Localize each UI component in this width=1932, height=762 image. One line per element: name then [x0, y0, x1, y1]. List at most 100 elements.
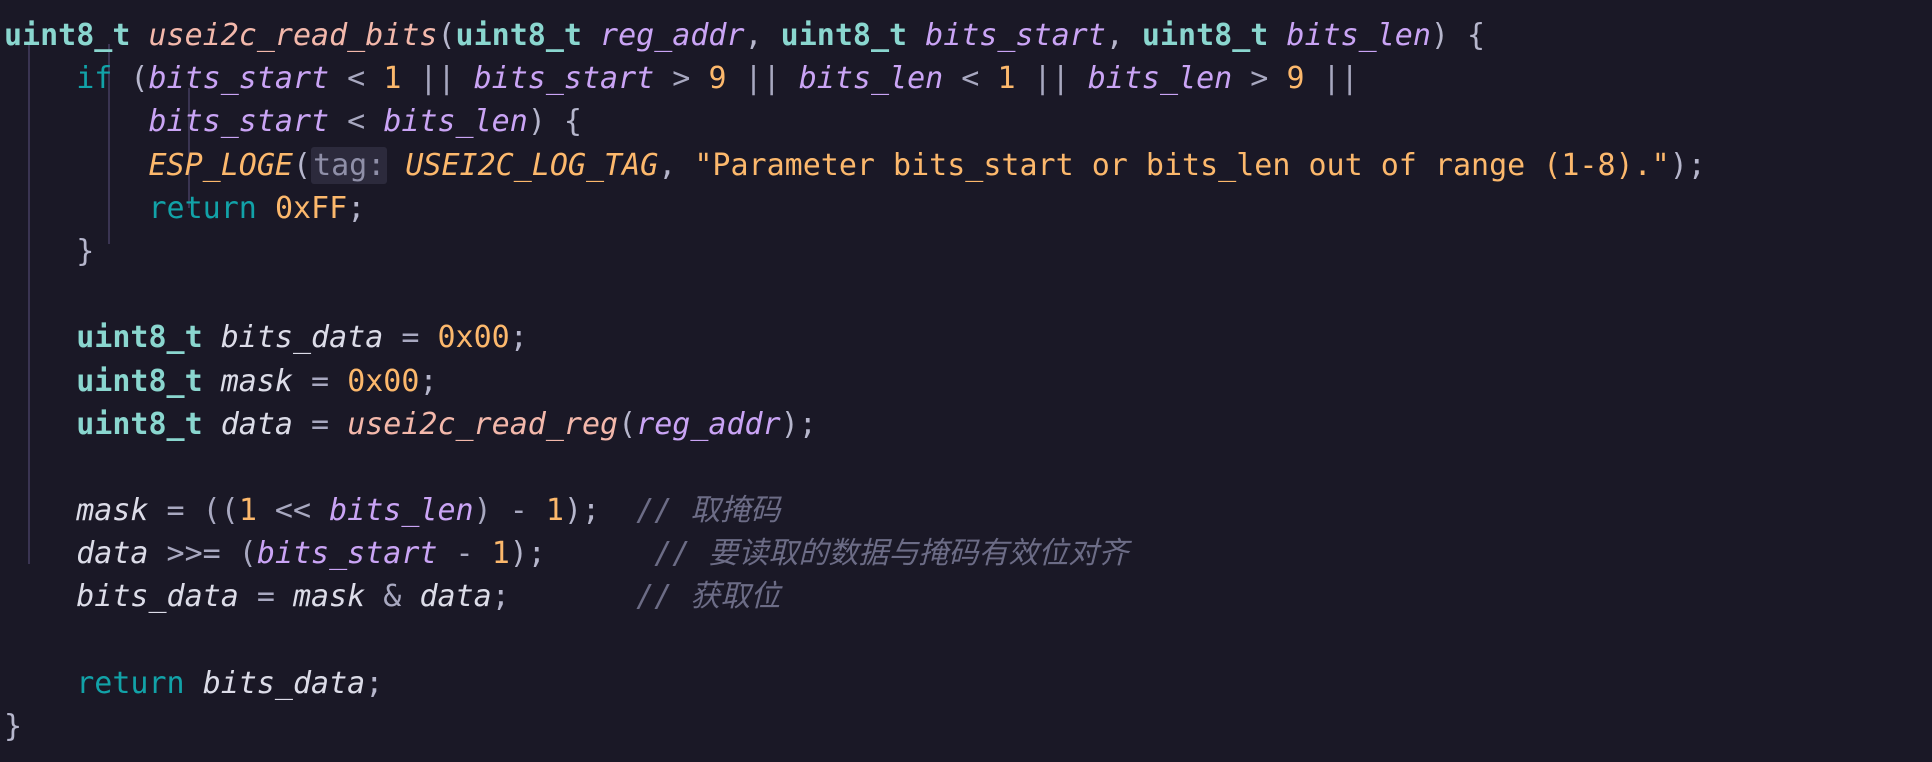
type-token: uint8_t: [76, 406, 203, 442]
parameter-token: bits_start: [148, 104, 330, 140]
comment-token: // 取掩码: [636, 493, 781, 529]
code-line[interactable]: }: [0, 705, 1932, 748]
number-literal-token: 9: [708, 61, 727, 97]
local-variable-token: data: [220, 406, 293, 442]
punctuation-token: ) {: [527, 104, 582, 140]
punctuation-token: ) {: [1430, 18, 1486, 53]
local-variable-token: bits_data: [220, 320, 384, 356]
type-token: uint8_t: [76, 320, 203, 356]
operator-token: &: [365, 579, 420, 615]
comment-token: // 要读取的数据与掩码有效位对齐: [654, 536, 1129, 572]
operator-token: ||: [726, 61, 799, 97]
punctuation-token: (: [112, 61, 149, 97]
keyword-token: return: [148, 190, 257, 226]
string-literal-token: "Parameter bits_start or bits_len out of…: [694, 147, 1670, 183]
code-line[interactable]: [0, 273, 1932, 316]
number-literal-token: 1: [997, 61, 1016, 97]
code-line[interactable]: [0, 619, 1932, 662]
number-literal-token: 1: [238, 493, 257, 529]
local-variable-token: mask: [293, 579, 366, 615]
punctuation-token: ,: [744, 18, 781, 53]
code-surface[interactable]: uint8_t usei2c_read_bits(uint8_t reg_add…: [0, 0, 1932, 762]
punctuation-token: ;: [491, 579, 510, 615]
code-line[interactable]: }: [0, 230, 1932, 273]
number-literal-token: 1: [491, 536, 510, 572]
punctuation-token: ;: [365, 665, 384, 701]
operator-token: ) -: [473, 493, 546, 529]
local-variable-token: bits_data: [76, 579, 239, 615]
parameter-token: reg_addr: [600, 18, 745, 53]
code-line[interactable]: ESP_LOGE(tag: USEI2C_LOG_TAG, "Parameter…: [0, 144, 1932, 187]
parameter-token: bits_start: [256, 536, 438, 572]
number-literal-token: 1: [383, 61, 402, 97]
type-token: uint8_t: [1141, 18, 1269, 53]
operator-token: =: [293, 363, 348, 399]
number-literal-token: 0x00: [347, 363, 420, 399]
local-variable-token: data: [76, 536, 149, 572]
type-token: uint8_t: [455, 18, 582, 53]
parameter-token: bits_len: [383, 104, 528, 140]
type-token: uint8_t: [4, 18, 131, 53]
punctuation-token: (: [293, 147, 312, 183]
code-line[interactable]: uint8_t usei2c_read_bits(uint8_t reg_add…: [0, 14, 1932, 57]
code-line[interactable]: [0, 446, 1932, 489]
log-macro-token: ESP_LOGE: [148, 147, 294, 183]
code-line[interactable]: data >>= (bits_start - 1); // 要读取的数据与掩码有…: [0, 532, 1932, 575]
punctuation-token: }: [4, 709, 23, 744]
number-literal-token: 9: [1286, 61, 1305, 97]
parameter-token: bits_len: [1087, 61, 1233, 97]
punctuation-token: );: [563, 493, 601, 529]
local-variable-token: mask: [220, 363, 293, 399]
operator-token: >: [654, 61, 709, 97]
operator-token: =: [293, 406, 348, 442]
local-variable-token: data: [419, 579, 492, 615]
punctuation-token: (: [437, 18, 456, 53]
operator-token: = ((: [148, 493, 239, 529]
punctuation-token: ,: [658, 147, 695, 183]
code-line[interactable]: mask = ((1 << bits_len) - 1); // 取掩码: [0, 489, 1932, 532]
punctuation-token: }: [4, 233, 95, 269]
type-token: uint8_t: [76, 363, 203, 399]
inlay-hint-tag[interactable]: tag:: [311, 146, 388, 184]
number-literal-token: 0xFF: [274, 190, 348, 226]
punctuation-token: ,: [1105, 18, 1142, 53]
punctuation-token: );: [780, 406, 817, 442]
local-variable-token: mask: [76, 493, 149, 529]
punctuation-token: ;: [509, 320, 528, 356]
operator-token: -: [437, 536, 492, 572]
code-line[interactable]: return 0xFF;: [0, 187, 1932, 230]
code-line[interactable]: return bits_data;: [0, 662, 1932, 705]
parameter-token: bits_start: [925, 18, 1106, 53]
operator-token: =: [383, 320, 438, 356]
code-line[interactable]: bits_data = mask & data; // 获取位: [0, 575, 1932, 618]
function-name-token: usei2c_read_reg: [347, 406, 619, 442]
code-line[interactable]: if (bits_start < 1 || bits_start > 9 || …: [0, 57, 1932, 100]
punctuation-token: );: [1669, 147, 1706, 183]
code-line[interactable]: bits_start < bits_len) {: [0, 100, 1932, 143]
code-line[interactable]: uint8_t data = usei2c_read_reg(reg_addr)…: [0, 403, 1932, 446]
code-line[interactable]: uint8_t bits_data = 0x00;: [0, 316, 1932, 359]
code-line[interactable]: uint8_t mask = 0x00;: [0, 360, 1932, 403]
log-macro-token: USEI2C_LOG_TAG: [405, 147, 659, 183]
operator-token: <: [329, 104, 384, 140]
comment-token: // 获取位: [636, 579, 781, 615]
punctuation-token: ;: [419, 363, 438, 399]
number-literal-token: 1: [545, 493, 564, 529]
operator-token: ||: [1015, 61, 1088, 97]
